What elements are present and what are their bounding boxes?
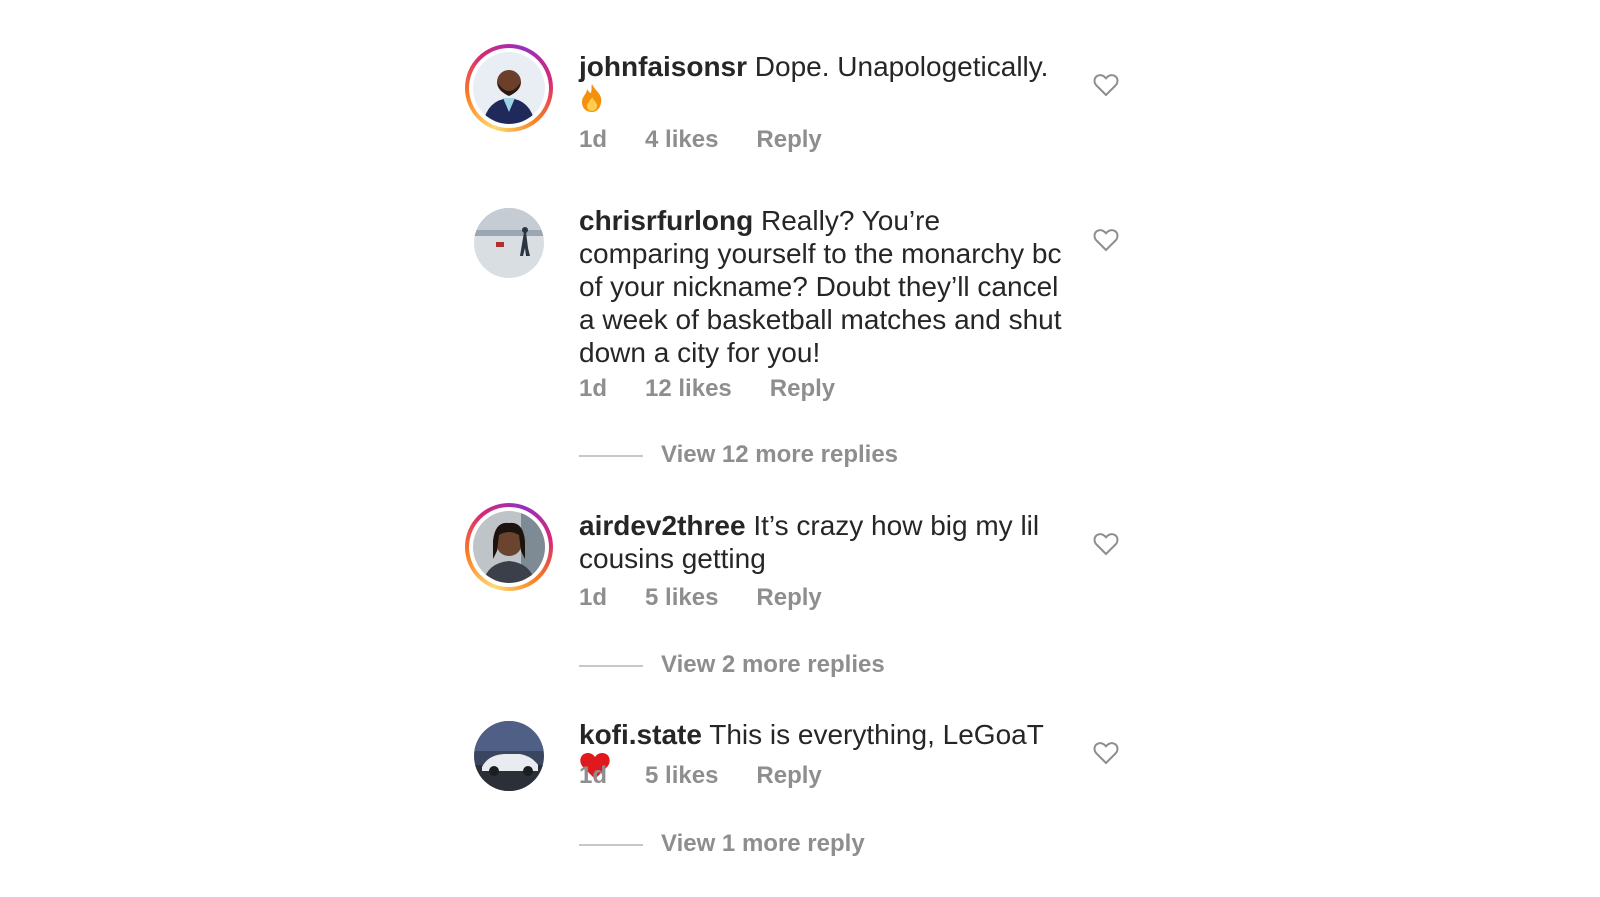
heart-outline-icon[interactable] [1093,741,1119,765]
comment-username[interactable]: kofi.state [579,719,702,750]
comment-likes[interactable]: 4 likes [645,126,718,153]
comment-meta: 1d 5 likes Reply [579,584,860,612]
avatar-photo [473,52,545,124]
comment-text: This is everything, LeGoaT [709,719,1044,750]
comment-body: chrisrfurlong Really? You’re comparing y… [579,204,1069,369]
view-replies-label: View 2 more replies [661,651,885,678]
reply-button[interactable]: Reply [770,375,835,402]
reply-button[interactable]: Reply [756,762,821,789]
avatar[interactable] [465,44,553,132]
divider [579,454,643,457]
heart-outline-icon[interactable] [1093,228,1119,252]
comment-meta: 1d 12 likes Reply [579,375,873,403]
comment-likes[interactable]: 12 likes [645,375,732,402]
view-replies-button[interactable]: View 2 more replies [579,651,885,679]
view-replies-label: View 12 more replies [661,441,899,468]
view-replies-button[interactable]: View 1 more reply [579,830,865,858]
comment-meta: 1d 4 likes Reply [579,126,860,154]
divider [579,843,643,846]
comment-likes[interactable]: 5 likes [645,584,718,611]
avatar[interactable] [474,721,544,791]
avatar-photo [473,511,545,583]
reply-button[interactable]: Reply [756,584,821,611]
reply-button[interactable]: Reply [756,126,821,153]
comment-likes[interactable]: 5 likes [645,762,718,789]
comment-time: 1d [579,126,608,153]
comment-time: 1d [579,375,608,402]
comment-body: johnfaisonsr Dope. Unapologetically. [579,50,1069,120]
fire-emoji-icon [579,83,605,120]
comment-username[interactable]: airdev2three [579,510,746,541]
heart-outline-icon[interactable] [1093,73,1119,97]
comment-meta: 1d 5 likes Reply [579,762,860,790]
avatar[interactable] [474,208,544,278]
view-replies-label: View 1 more reply [661,830,865,857]
heart-outline-icon[interactable] [1093,532,1119,556]
comment-username[interactable]: johnfaisonsr [579,51,747,82]
avatar[interactable] [465,503,553,591]
comment-time: 1d [579,762,608,789]
comment-text: Dope. Unapologetically. [754,51,1049,82]
view-replies-button[interactable]: View 12 more replies [579,441,898,469]
comment-time: 1d [579,584,608,611]
comment-username[interactable]: chrisrfurlong [579,205,753,236]
comment-body: airdev2three It’s crazy how big my lil c… [579,509,1069,575]
divider [579,664,643,667]
